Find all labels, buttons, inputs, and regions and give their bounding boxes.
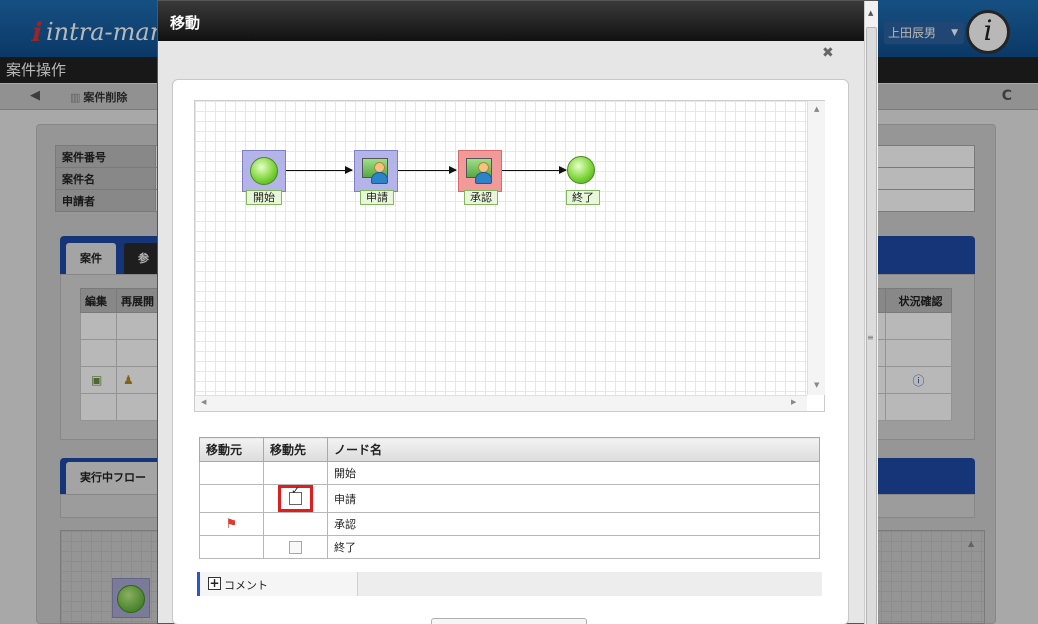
flow-node-start[interactable] bbox=[242, 150, 286, 192]
dialog-scrollbar[interactable]: ▲ ≡ bbox=[864, 1, 878, 624]
flow-node-apply[interactable] bbox=[354, 150, 398, 192]
scroll-up-icon[interactable]: ▲ bbox=[868, 9, 873, 17]
flow-node-approve[interactable] bbox=[458, 150, 502, 192]
scroll-down-icon[interactable]: ▼ bbox=[814, 381, 819, 389]
table-row: ⚑ 承認 bbox=[199, 512, 820, 536]
flow-node-label: 終了 bbox=[566, 190, 600, 205]
scroll-up-icon[interactable]: ▲ bbox=[814, 105, 819, 113]
scroll-grip-icon: ≡ bbox=[867, 333, 874, 342]
scroll-right-icon[interactable]: ▶ bbox=[791, 398, 796, 406]
move-button[interactable] bbox=[431, 618, 587, 624]
flow-canvas: 開始 申請 承認 終了 ▲ ▼ ◀ ▶ bbox=[194, 100, 825, 412]
node-name: 承認 bbox=[327, 512, 820, 536]
flow-node-label: 開始 bbox=[246, 190, 282, 205]
flow-node-label: 承認 bbox=[464, 190, 498, 205]
target-checkbox[interactable] bbox=[289, 540, 302, 554]
canvas-vertical-scrollbar[interactable]: ▲ ▼ bbox=[807, 101, 825, 395]
plus-icon: + bbox=[208, 576, 221, 590]
table-row: 開始 bbox=[199, 461, 820, 485]
node-name: 終了 bbox=[327, 535, 820, 559]
col-target: 移動先 bbox=[263, 437, 328, 462]
comment-toggle[interactable]: + コメント bbox=[200, 572, 358, 596]
close-icon[interactable]: ✖ bbox=[822, 45, 834, 61]
flow-node-end[interactable] bbox=[567, 156, 595, 184]
table-row: 終了 bbox=[199, 535, 820, 559]
task-user-icon bbox=[362, 156, 390, 184]
start-icon bbox=[250, 157, 278, 185]
scroll-left-icon[interactable]: ◀ bbox=[201, 398, 206, 406]
flow-arrow bbox=[286, 166, 353, 174]
canvas-horizontal-scrollbar[interactable]: ◀ ▶ bbox=[195, 395, 807, 411]
comment-label: コメント bbox=[224, 579, 268, 592]
scroll-thumb[interactable] bbox=[866, 27, 877, 624]
col-source: 移動元 bbox=[199, 437, 264, 462]
flow-arrow bbox=[502, 166, 567, 174]
flag-icon: ⚑ bbox=[225, 516, 238, 532]
node-name: 開始 bbox=[327, 461, 820, 485]
dialog-title: 移動 bbox=[158, 1, 864, 41]
node-move-table: 移動元 移動先 ノード名 開始 申請 ⚑ 承認 終了 bbox=[199, 437, 820, 559]
flow-arrow bbox=[398, 166, 457, 174]
comment-section: + コメント bbox=[197, 572, 822, 596]
table-row: 申請 bbox=[199, 484, 820, 513]
target-checkbox[interactable] bbox=[289, 492, 302, 505]
node-name: 申請 bbox=[327, 484, 820, 513]
flow-node-label: 申請 bbox=[360, 190, 394, 205]
task-user-icon bbox=[466, 156, 494, 184]
flow-grid: 開始 申請 承認 終了 bbox=[195, 101, 807, 395]
highlight-box bbox=[278, 485, 313, 512]
col-node-name: ノード名 bbox=[327, 437, 820, 462]
